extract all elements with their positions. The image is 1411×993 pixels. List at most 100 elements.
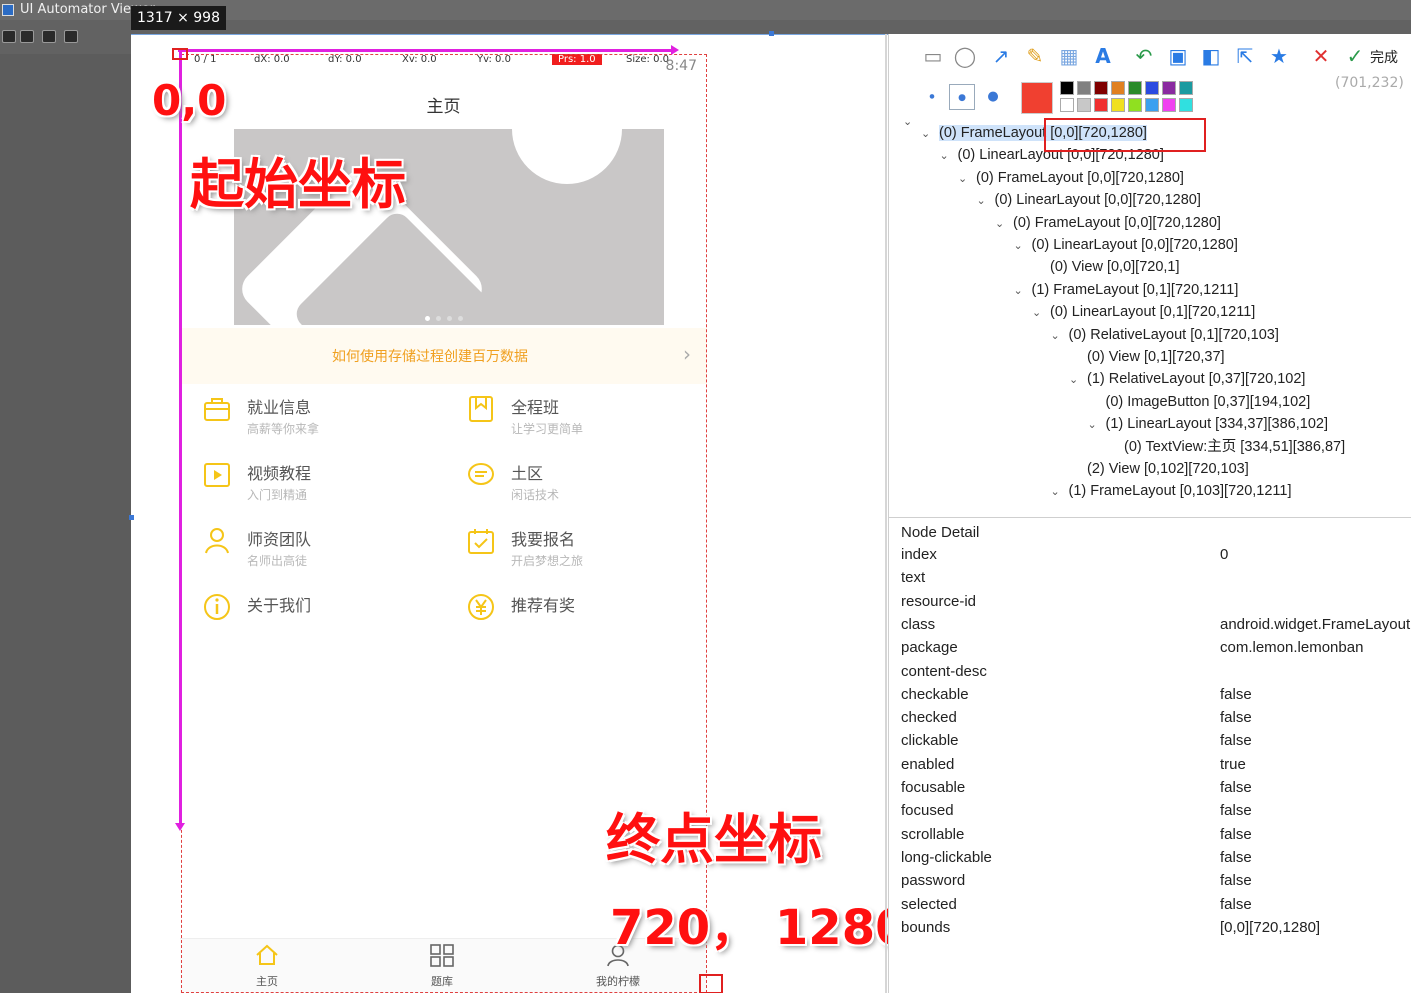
- current-color-swatch[interactable]: [1021, 82, 1053, 114]
- chevron-down-icon[interactable]: ⌄: [1051, 325, 1069, 347]
- chevron-down-icon[interactable]: ⌄: [977, 190, 995, 212]
- detail-row-content-desc[interactable]: content-desc: [889, 663, 1411, 686]
- compressed-screenshot-icon[interactable]: [42, 30, 56, 43]
- rectangle-tool-icon[interactable]: ▭: [921, 44, 945, 68]
- detail-key: password: [901, 872, 966, 890]
- detail-row-bounds[interactable]: bounds [0,0][720,1280]: [889, 919, 1411, 942]
- detail-row-long-clickable[interactable]: long-clickable false: [889, 849, 1411, 872]
- selection-handle-top[interactable]: [769, 31, 774, 36]
- check-icon[interactable]: ✓: [1343, 44, 1367, 68]
- chevron-down-icon[interactable]: ⌄: [903, 122, 921, 132]
- detail-row-text[interactable]: text: [889, 569, 1411, 592]
- share-icon[interactable]: ⇱: [1233, 44, 1257, 68]
- feature-tile[interactable]: 师资团队 名师出高徒: [202, 526, 432, 586]
- save-icon[interactable]: [64, 30, 78, 43]
- device-screenshot-icon[interactable]: [20, 30, 34, 43]
- chevron-down-icon[interactable]: ⌄: [1088, 414, 1106, 436]
- close-icon[interactable]: ✕: [1309, 44, 1333, 68]
- tree-node[interactable]: ⌄ (1) LinearLayout [334,37][386,102]: [1088, 413, 1329, 435]
- chevron-down-icon[interactable]: ⌄: [1014, 235, 1032, 257]
- detail-key: selected: [901, 895, 957, 913]
- detail-key: enabled: [901, 755, 955, 773]
- detail-row-index[interactable]: index 0: [889, 546, 1411, 569]
- notice-bar[interactable]: 如何使用存储过程创建百万数据 ›: [180, 328, 707, 384]
- tree-node[interactable]: ⌄ (1) FrameLayout [0,103][720,1211]: [1051, 480, 1292, 502]
- detail-row-enabled[interactable]: enabled true: [889, 756, 1411, 779]
- feature-tile[interactable]: 全程班 让学习更简单: [466, 394, 696, 454]
- lasso-tool-icon[interactable]: ◯: [953, 44, 977, 68]
- detail-row-password[interactable]: password false: [889, 872, 1411, 895]
- feature-tile[interactable]: 关于我们: [202, 592, 432, 652]
- open-folder-icon[interactable]: [2, 30, 16, 43]
- tree-node[interactable]: ⌄ (0) FrameLayout [0,0][720,1280]: [995, 212, 1221, 234]
- tree-node[interactable]: (0) View [0,1][720,37]: [1069, 346, 1225, 368]
- tree-node[interactable]: (0) ImageButton [0,37][194,102]: [1088, 391, 1311, 413]
- mosaic-tool-icon[interactable]: ▦: [1057, 44, 1081, 68]
- splitter[interactable]: [885, 34, 887, 993]
- brush-large-icon[interactable]: ●: [980, 84, 1006, 110]
- tree-node[interactable]: ⌄ (0) FrameLayout [0,0][720,1280]: [958, 167, 1184, 189]
- detail-row-resource-id[interactable]: resource-id: [889, 593, 1411, 616]
- detail-value: android.widget.FrameLayout: [1220, 615, 1411, 633]
- done-button[interactable]: 完成: [1370, 47, 1398, 67]
- tree-node-label: (1) RelativeLayout [0,37][720,102]: [1087, 371, 1306, 388]
- banner-pager-dots: [180, 306, 707, 325]
- feature-tile[interactable]: 我要报名 开启梦想之旅: [466, 526, 696, 586]
- detail-row-package[interactable]: package com.lemon.lemonban: [889, 639, 1411, 662]
- page-title: 主页: [426, 97, 461, 117]
- tree-node[interactable]: (0) View [0,0][720,1]: [1032, 256, 1180, 278]
- feature-tile[interactable]: 土区 闲话技术: [466, 460, 696, 520]
- feature-tile[interactable]: 视频教程 入门到精通: [202, 460, 432, 520]
- tree-node[interactable]: (2) View [0,102][720,103]: [1069, 458, 1249, 480]
- chevron-down-icon[interactable]: ⌄: [995, 213, 1013, 235]
- selection-handle-left[interactable]: [129, 515, 134, 520]
- tree-node[interactable]: ⌄ (0) RelativeLayout [0,1][720,103]: [1051, 324, 1279, 346]
- info-icon: [204, 594, 230, 620]
- brush-small-icon[interactable]: ●: [919, 84, 945, 110]
- bookmark-icon[interactable]: ★: [1267, 44, 1291, 68]
- chevron-down-icon[interactable]: ⌄: [940, 145, 958, 167]
- tree-node[interactable]: ⌄ (0) LinearLayout [0,0][720,1280]: [1014, 234, 1238, 256]
- tree-node[interactable]: ⌄ (0) LinearLayout [0,1][720,1211]: [1032, 301, 1255, 323]
- detail-row-focusable[interactable]: focusable false: [889, 779, 1411, 802]
- detail-row-selected[interactable]: selected false: [889, 896, 1411, 919]
- chevron-down-icon[interactable]: ⌄: [958, 168, 976, 190]
- annotation-end-label: 终点坐标: [606, 808, 822, 871]
- detail-value: false: [1220, 732, 1252, 750]
- feature-tile[interactable]: 推荐有奖: [466, 592, 696, 652]
- chevron-down-icon[interactable]: ⌄: [1069, 369, 1087, 391]
- tree-node[interactable]: ⌄ (1) RelativeLayout [0,37][720,102]: [1069, 368, 1305, 390]
- detail-row-clickable[interactable]: clickable false: [889, 732, 1411, 755]
- detail-key: scrollable: [901, 825, 965, 843]
- text-tool-icon[interactable]: A: [1091, 44, 1115, 68]
- chevron-down-icon[interactable]: ⌄: [921, 123, 939, 145]
- detail-row-focused[interactable]: focused false: [889, 802, 1411, 825]
- chevron-down-icon[interactable]: ⌄: [1051, 481, 1069, 503]
- detail-row-class[interactable]: class android.widget.FrameLayout: [889, 616, 1411, 639]
- feature-title: 就业信息: [247, 398, 312, 417]
- arrow-tool-icon[interactable]: ↗: [989, 44, 1013, 68]
- nav-item-home[interactable]: 主页: [227, 943, 307, 989]
- brush-medium-icon[interactable]: ●: [949, 84, 975, 110]
- pin-icon[interactable]: ◧: [1199, 44, 1223, 68]
- save-icon[interactable]: ▣: [1166, 44, 1190, 68]
- tree-node[interactable]: (0) TextView:主页 [334,51][386,87]: [1106, 436, 1345, 458]
- detail-value: false: [1220, 848, 1252, 866]
- detail-value: false: [1220, 779, 1252, 796]
- undo-icon[interactable]: ↶: [1132, 44, 1156, 68]
- nav-item-question-bank[interactable]: 题库: [402, 943, 482, 989]
- detail-row-checkable[interactable]: checkable false: [889, 686, 1411, 709]
- nav-label-question-bank: 题库: [431, 975, 453, 988]
- pen-tool-icon[interactable]: ✎: [1023, 44, 1047, 68]
- feature-subtitle: 高薪等你来拿: [247, 422, 320, 436]
- feature-tile[interactable]: 就业信息高薪等你来拿: [202, 394, 432, 454]
- chevron-down-icon[interactable]: ⌄: [1014, 280, 1032, 302]
- tree-node[interactable]: ⌄ (1) FrameLayout [0,1][720,1211]: [1014, 279, 1239, 301]
- start-point-marker: [172, 48, 188, 60]
- detail-row-checked[interactable]: checked false: [889, 709, 1411, 732]
- tree-node-label: (0) RelativeLayout [0,1][720,103]: [1068, 326, 1279, 343]
- tree-node[interactable]: ⌄ (0) LinearLayout [0,0][720,1280]: [977, 189, 1201, 211]
- tree-node-label: (2) View [0,102][720,103]: [1087, 461, 1249, 477]
- chevron-down-icon[interactable]: ⌄: [1032, 302, 1050, 324]
- detail-row-scrollable[interactable]: scrollable false: [889, 826, 1411, 849]
